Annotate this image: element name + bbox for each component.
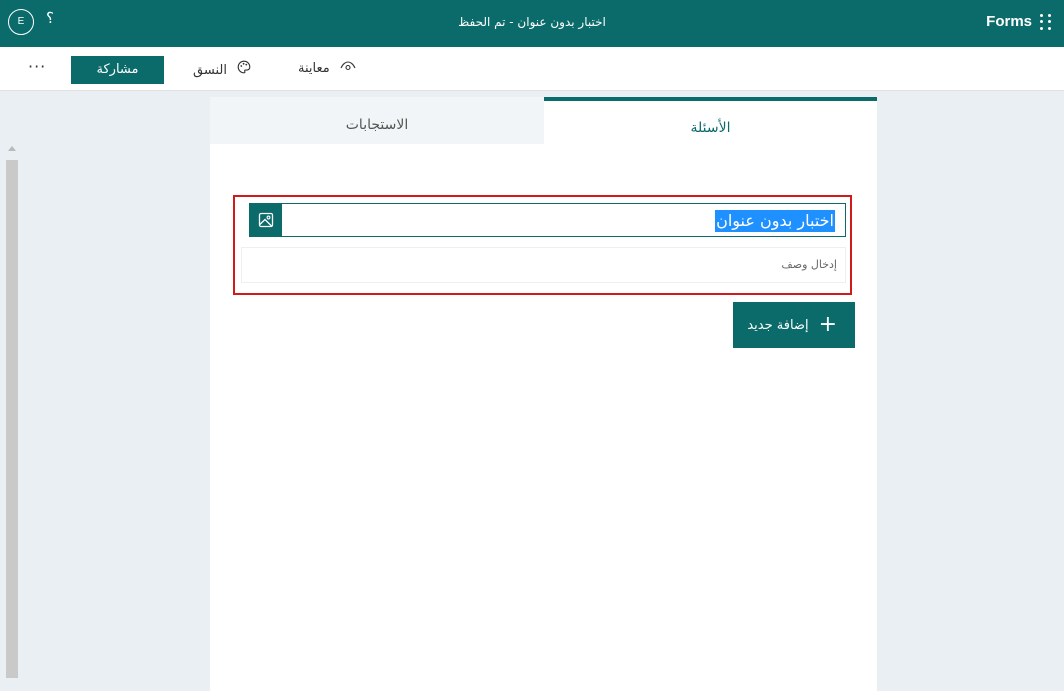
add-new-label: إضافة جديد xyxy=(747,318,809,333)
tab-responses[interactable]: الاستجابات xyxy=(210,97,544,144)
description-placeholder: إدخال وصف xyxy=(781,258,837,271)
image-icon xyxy=(258,212,274,228)
app-brand[interactable]: Forms xyxy=(986,13,1032,30)
command-bar: ··· مشاركة النسق معاينة xyxy=(0,47,1064,91)
more-options-button[interactable]: ··· xyxy=(28,57,46,76)
document-title: اختبار بدون عنوان - تم الحفظ xyxy=(458,15,606,29)
app-launcher-icon[interactable] xyxy=(1040,14,1054,30)
theme-button[interactable]: النسق xyxy=(193,60,251,78)
share-button[interactable]: مشاركة xyxy=(71,56,164,84)
insert-image-button[interactable] xyxy=(250,204,282,236)
form-description-field[interactable]: إدخال وصف xyxy=(241,247,846,283)
form-title-field[interactable]: اختبار بدون عنوان xyxy=(249,203,846,237)
theme-label: النسق xyxy=(193,63,227,78)
vertical-scrollbar[interactable] xyxy=(6,140,18,688)
eye-icon xyxy=(336,60,356,76)
app-header: E ؟ اختبار بدون عنوان - تم الحفظ Forms xyxy=(0,0,1064,47)
plus-icon: + xyxy=(818,312,837,337)
preview-label: معاينة xyxy=(298,61,330,76)
form-title-input[interactable]: اختبار بدون عنوان xyxy=(715,210,835,232)
add-new-button[interactable]: + إضافة جديد xyxy=(733,302,855,348)
tab-questions[interactable]: الأسئلة xyxy=(544,97,877,144)
scroll-up-icon[interactable] xyxy=(8,146,16,151)
preview-button[interactable]: معاينة xyxy=(298,60,356,76)
scrollbar-thumb[interactable] xyxy=(6,160,18,678)
theme-icon xyxy=(233,60,251,78)
